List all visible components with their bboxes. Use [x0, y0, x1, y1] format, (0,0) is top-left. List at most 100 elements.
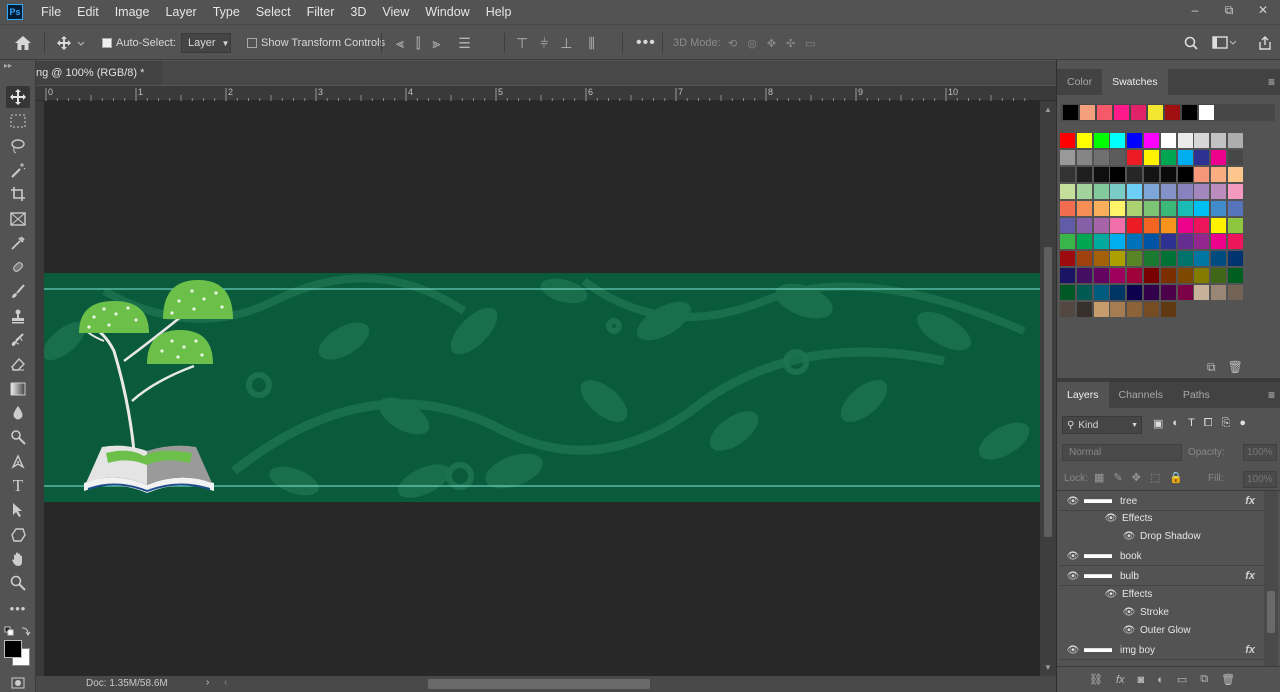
layers-scrollbar[interactable] [1264, 491, 1278, 666]
clone-stamp-tool-icon[interactable] [6, 305, 30, 327]
color-swatch[interactable] [1110, 183, 1126, 199]
menu-filter[interactable]: Filter [299, 5, 343, 19]
recent-swatch[interactable] [1097, 105, 1112, 120]
color-swatch[interactable] [1144, 183, 1159, 199]
color-swatch[interactable] [1110, 149, 1126, 165]
3d-pan-icon[interactable]: ✥ [767, 37, 776, 50]
recent-swatch[interactable] [1114, 105, 1129, 120]
color-swatch[interactable] [1194, 234, 1210, 250]
color-swatch[interactable] [1060, 200, 1075, 216]
filter-toggle-icon[interactable]: ● [1239, 417, 1246, 430]
scrollbar-thumb[interactable] [1044, 247, 1052, 537]
color-swatch[interactable] [1194, 149, 1210, 165]
color-swatch[interactable] [1076, 183, 1092, 199]
vertical-ruler[interactable] [36, 101, 44, 676]
recent-swatch[interactable] [1131, 105, 1146, 120]
color-swatch[interactable] [1211, 183, 1227, 199]
menu-image[interactable]: Image [107, 5, 158, 19]
color-swatch[interactable] [1060, 285, 1075, 301]
edit-toolbar-icon[interactable]: ••• [6, 597, 30, 619]
color-swatch[interactable] [1177, 183, 1193, 199]
history-brush-tool-icon[interactable] [6, 329, 30, 351]
more-options-icon[interactable]: ••• [636, 25, 656, 61]
layer-fx-icon[interactable]: fx [1245, 570, 1255, 582]
color-swatch[interactable] [1194, 183, 1210, 199]
color-swatch[interactable] [1144, 234, 1159, 250]
layer-fx-icon[interactable]: fx [1245, 495, 1255, 507]
new-adjustment-icon[interactable]: ◐ [1157, 674, 1164, 686]
tab-swatches[interactable]: Swatches [1102, 69, 1168, 95]
color-swatch[interactable] [1160, 200, 1176, 216]
type-filter-icon[interactable]: T [1188, 417, 1195, 430]
color-swatch[interactable] [1127, 234, 1143, 250]
new-group-icon[interactable]: ▭ [1177, 673, 1187, 686]
shape-filter-icon[interactable]: ⧠ [1204, 417, 1213, 430]
align-left-icon[interactable]: ⫷ [396, 35, 404, 52]
visibility-eye-icon[interactable]: 👁 [1066, 496, 1080, 507]
pixel-filter-icon[interactable]: ▣ [1153, 417, 1163, 430]
color-swatch[interactable] [1177, 217, 1193, 233]
color-swatch[interactable] [1127, 200, 1143, 216]
new-swatch-icon[interactable]: ⧉ [1207, 360, 1216, 375]
add-mask-icon[interactable]: ◙ [1138, 674, 1145, 686]
color-swatch[interactable] [1228, 234, 1243, 250]
color-swatch[interactable] [1127, 268, 1143, 284]
menu-3d[interactable]: 3D [342, 5, 374, 19]
color-swatch[interactable] [1076, 166, 1092, 182]
blur-tool-icon[interactable] [6, 402, 30, 424]
color-swatch[interactable] [1093, 251, 1109, 267]
align-horizontal-center-icon[interactable]: ⫿ [416, 35, 420, 52]
layer-filter-dropdown[interactable]: ⚲ Kind ▼ [1062, 416, 1142, 434]
gradient-tool-icon[interactable] [6, 378, 30, 400]
color-swatch[interactable] [1076, 268, 1092, 284]
color-swatch[interactable] [1194, 166, 1210, 182]
visibility-eye-icon[interactable]: 👁 [1122, 531, 1136, 542]
color-swatch[interactable] [1211, 268, 1227, 284]
color-swatch[interactable] [1093, 166, 1109, 182]
auto-select-dropdown[interactable]: Layer ▼ [181, 33, 231, 53]
distribute-horizontal-icon[interactable]: ☰ [458, 35, 471, 52]
color-swatch[interactable] [1160, 268, 1176, 284]
color-swatch[interactable] [1127, 302, 1143, 317]
color-swatch[interactable] [1144, 217, 1159, 233]
color-swatch[interactable] [1127, 149, 1143, 165]
color-swatch[interactable] [1144, 200, 1159, 216]
3d-slide-icon[interactable]: ✣ [786, 37, 795, 50]
pen-tool-icon[interactable] [6, 451, 30, 473]
color-swatch[interactable] [1177, 200, 1193, 216]
auto-select-checkbox[interactable]: Auto-Select: [102, 25, 176, 61]
tab-channels[interactable]: Channels [1109, 382, 1173, 408]
color-swatch[interactable] [1228, 183, 1243, 199]
color-swatch[interactable] [1076, 133, 1092, 148]
new-layer-icon[interactable]: ⧉ [1200, 673, 1208, 686]
workspace-icon[interactable] [1212, 25, 1236, 61]
color-swatch[interactable] [1194, 217, 1210, 233]
color-swatch[interactable] [1211, 217, 1227, 233]
show-transform-controls[interactable]: Show Transform Controls [247, 25, 385, 61]
document-tab[interactable]: ng @ 100% (RGB/8) * [36, 61, 162, 85]
layer-row[interactable]: 👁 book [1060, 547, 1264, 566]
color-swatch[interactable] [1127, 166, 1143, 182]
move-tool-preset-icon[interactable] [56, 25, 84, 61]
close-button[interactable]: ✕ [1246, 0, 1280, 24]
layer-row[interactable]: 👁img boyfx▲ [1060, 641, 1264, 660]
color-swatch[interactable] [1093, 200, 1109, 216]
restore-button[interactable]: ⧉ [1212, 0, 1246, 24]
color-swatch[interactable] [1076, 302, 1092, 317]
custom-shape-tool-icon[interactable] [6, 524, 30, 546]
color-swatch[interactable] [1127, 217, 1143, 233]
delete-swatch-icon[interactable]: 🗑 [1228, 360, 1243, 375]
color-swatch[interactable] [1060, 234, 1075, 250]
scroll-down-icon[interactable]: ▼ [1044, 663, 1052, 672]
visibility-eye-icon[interactable]: 👁 [1122, 607, 1136, 618]
lock-artboard-icon[interactable]: ⬚ [1150, 471, 1160, 484]
color-swatch[interactable] [1228, 149, 1243, 165]
layer-fx-icon[interactable]: fx [1245, 644, 1255, 656]
color-swatch[interactable] [1144, 268, 1159, 284]
align-bottom-icon[interactable]: ⊥ [560, 35, 572, 52]
layers-scrollbar-thumb[interactable] [1267, 591, 1275, 633]
color-swatch[interactable] [1127, 285, 1143, 301]
color-swatch[interactable] [1177, 251, 1193, 267]
color-swatch[interactable] [1211, 200, 1227, 216]
zoom-tool-icon[interactable] [6, 572, 30, 594]
